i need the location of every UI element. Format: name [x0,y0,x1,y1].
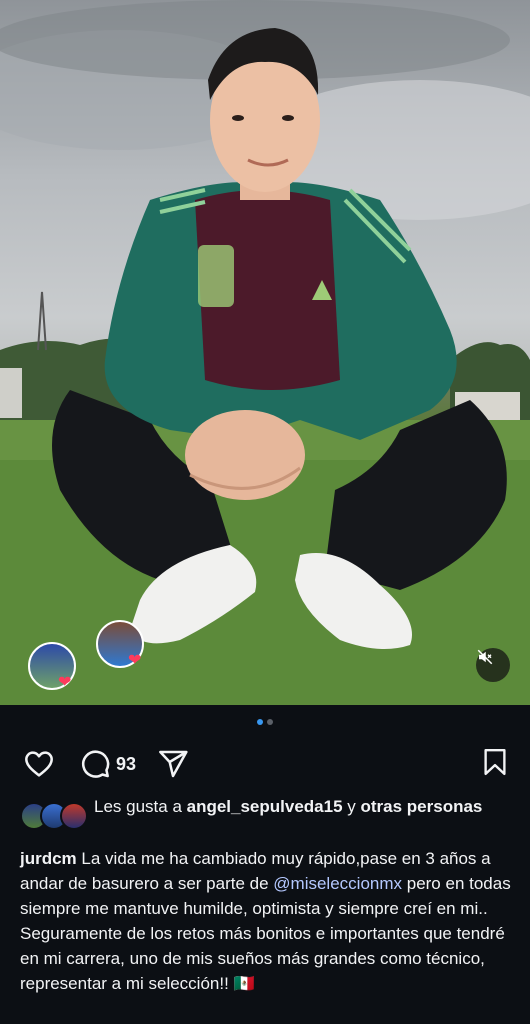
carousel-indicator [0,719,530,725]
caption-username[interactable]: jurdcm [20,849,77,868]
carousel-dot [267,719,273,725]
likes-summary[interactable]: Les gusta a angel_sepulveda15 y otras pe… [20,796,510,844]
post-action-bar: 93 [20,744,510,784]
comment-icon [81,750,110,778]
likes-text: Les gusta a angel_sepulveda15 y otras pe… [94,796,510,818]
post-photo-illustration [0,0,530,705]
caption-mention[interactable]: @miseleccionmx [273,874,402,893]
speaker-muted-icon [477,649,493,665]
likes-connector: y [342,797,361,816]
tagged-heart-icon: ❤ [58,674,72,691]
avatar [60,802,88,830]
likes-prefix: Les gusta a [94,797,187,816]
comment-count: 93 [116,753,137,774]
comment-button[interactable]: 93 [78,748,136,780]
save-button[interactable] [480,746,510,778]
likes-others[interactable]: otras personas [361,797,483,816]
send-icon [159,750,188,778]
carousel-dot-active [257,719,263,725]
mute-button[interactable] [476,648,510,682]
like-button[interactable] [22,748,56,780]
liker-username[interactable]: angel_sepulveda15 [187,797,343,816]
bookmark-icon [484,748,506,776]
share-button[interactable] [156,748,190,780]
post-photo[interactable]: ❤ ❤ [0,0,530,705]
heart-icon [25,751,53,777]
tagged-heart-icon: ❤ [128,652,142,669]
likers-avatars [20,802,90,830]
post-caption: jurdcm La vida me ha cambiado muy rápido… [20,846,516,996]
